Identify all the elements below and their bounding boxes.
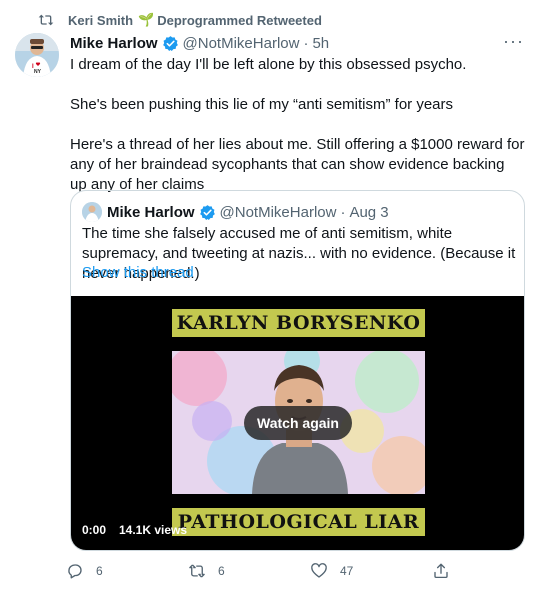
sprout-emoji: 🌱 [138, 12, 155, 27]
tweet-paragraph: She's been pushing this lie of my “anti … [70, 96, 454, 113]
author-name[interactable]: Mike Harlow [70, 35, 158, 52]
tweet-header: Mike Harlow @NotMikeHarlow · 5h ··· [70, 31, 524, 53]
verified-badge-icon [162, 35, 178, 51]
share-icon [434, 563, 448, 579]
show-thread-link[interactable]: Show this thread [82, 264, 194, 281]
retweet-label[interactable]: Deprogrammed Retweeted [157, 13, 322, 28]
video-timestamp: 0:00 [82, 523, 107, 537]
like-count: 47 [340, 564, 354, 578]
quoted-author-handle[interactable]: @NotMikeHarlow [220, 204, 337, 221]
quoted-avatar[interactable] [82, 202, 102, 222]
author-handle[interactable]: @NotMikeHarlow [183, 35, 300, 52]
share-button[interactable] [432, 562, 462, 580]
video-top-banner: KARLYN BORYSENKO [172, 309, 425, 337]
tweet-timestamp[interactable]: 5h [312, 35, 329, 52]
verified-badge-icon [199, 204, 215, 220]
reply-icon [68, 564, 82, 579]
tweet-paragraph: Here's a thread of her lies about me. St… [70, 136, 525, 193]
separator-dot: · [303, 34, 309, 52]
like-button[interactable]: 47 [310, 562, 353, 580]
tweet-paragraph: I dream of the day I'll be left alone by… [70, 56, 467, 73]
more-options-icon[interactable]: ··· [503, 31, 524, 52]
quoted-tweet[interactable]: Mike Harlow @NotMikeHarlow · Aug 3 The t… [70, 190, 525, 551]
video-bottom-banner: PATHOLOGICAL LIAR [172, 508, 425, 536]
quoted-avatar-image [82, 202, 102, 222]
retweeter-name[interactable]: Keri Smith [68, 13, 133, 28]
retweet-context: Keri Smith 🌱 Deprogrammed Retweeted [38, 12, 322, 28]
retweet-icon [189, 564, 205, 578]
watch-again-button[interactable]: Watch again [244, 406, 352, 440]
reply-count: 6 [96, 564, 103, 578]
quoted-tweet-date[interactable]: Aug 3 [349, 204, 388, 221]
quoted-author-name[interactable]: Mike Harlow [107, 204, 195, 221]
retweet-count: 6 [218, 564, 225, 578]
video-player[interactable]: KARLYN BORYSENKO Watch again PATHOLOGICA… [71, 296, 524, 550]
retweet-icon [38, 14, 54, 26]
reply-button[interactable]: 6 [66, 562, 103, 580]
avatar[interactable]: I NY [15, 33, 59, 77]
quoted-tweet-header: Mike Harlow @NotMikeHarlow · Aug 3 [82, 202, 389, 222]
avatar-image: I NY [15, 33, 59, 77]
video-view-count: 14.1K views [119, 523, 188, 537]
tweet-actions: 6 6 47 [66, 562, 456, 582]
heart-icon [311, 563, 327, 578]
separator-dot: · [340, 203, 346, 221]
svg-text:NY: NY [34, 69, 42, 75]
retweet-button[interactable]: 6 [188, 562, 225, 580]
